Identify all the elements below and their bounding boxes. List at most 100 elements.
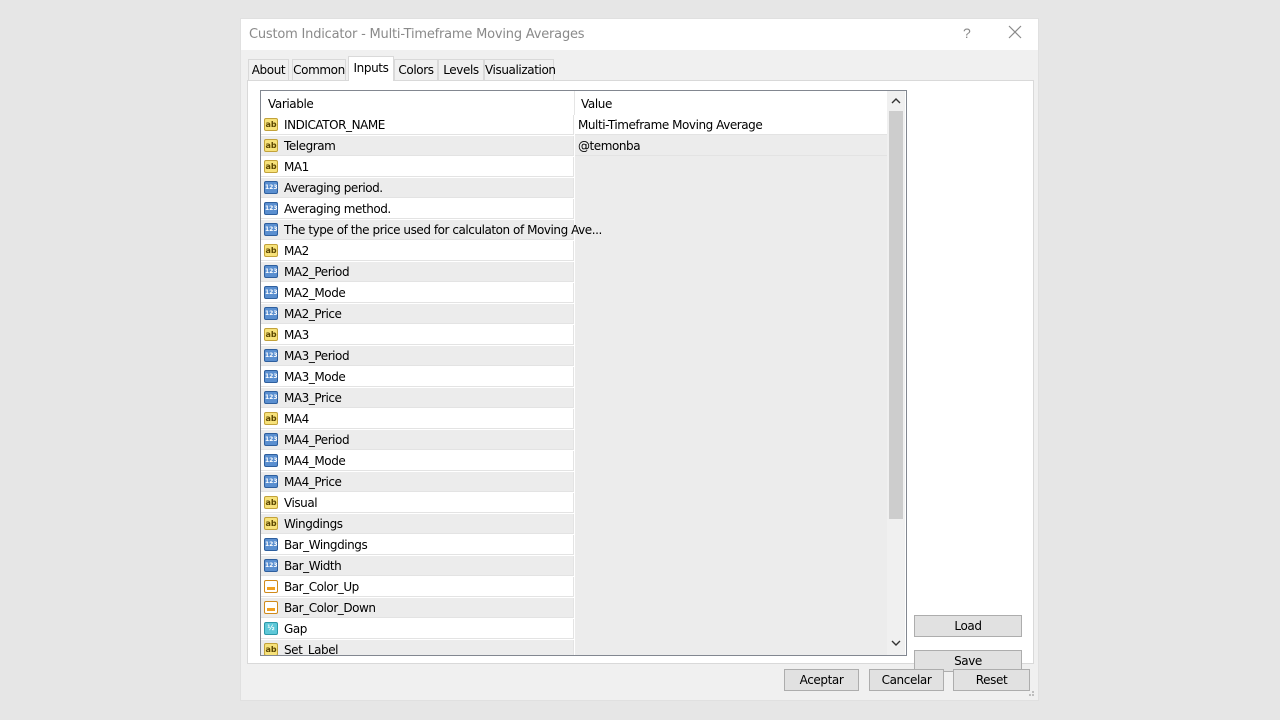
close-icon[interactable] — [1007, 24, 1023, 40]
table-row[interactable]: ab MA2 — [261, 241, 887, 262]
variable-cell[interactable]: ab MA4 — [261, 409, 574, 429]
variable-cell[interactable]: 123 Averaging period. — [261, 178, 574, 198]
variable-cell[interactable]: 123 Bar_Wingdings — [261, 535, 574, 555]
table-row[interactable]: 123 Bar_Width — [261, 556, 887, 577]
tab-levels[interactable]: Levels — [438, 59, 484, 80]
variable-cell[interactable]: ab Wingdings — [261, 514, 574, 534]
accept-button[interactable]: Aceptar — [784, 669, 859, 691]
scroll-up-icon[interactable] — [887, 93, 905, 110]
tab-colors[interactable]: Colors — [394, 59, 438, 80]
integer-type-icon: 123 — [264, 181, 278, 194]
variable-name: Telegram — [284, 139, 336, 153]
integer-type-icon: 123 — [264, 307, 278, 320]
variable-cell[interactable]: 123 MA4_Price — [261, 472, 574, 492]
inputs-panel: Variable Value ab INDICATOR_NAME Multi-Tim… — [247, 80, 1034, 672]
value-text: Multi-Timeframe Moving Average — [578, 118, 763, 132]
table-row[interactable]: 123 Bar_Wingdings — [261, 535, 887, 556]
vertical-scrollbar[interactable] — [887, 91, 905, 655]
value-column-header[interactable]: Value — [581, 97, 612, 111]
variable-cell[interactable]: ab Telegram — [261, 136, 574, 156]
string-type-icon: ab — [264, 118, 278, 131]
variable-cell[interactable]: 123 Bar_Width — [261, 556, 574, 576]
tab-visualization[interactable]: Visualization — [484, 59, 556, 80]
variable-cell[interactable]: 123 MA4_Mode — [261, 451, 574, 471]
integer-type-icon: 123 — [264, 370, 278, 383]
table-row[interactable]: ab MA4 — [261, 409, 887, 430]
tab-about[interactable]: About — [248, 59, 289, 80]
variable-name: MA4_Price — [284, 475, 342, 489]
column-divider[interactable] — [574, 91, 575, 115]
integer-type-icon: 123 — [264, 559, 278, 572]
table-row[interactable]: 123 MA3_Mode — [261, 367, 887, 388]
table-row[interactable]: ab Set_Label — [261, 640, 887, 655]
variable-cell[interactable]: 123 MA2_Mode — [261, 283, 574, 303]
string-type-icon: ab — [264, 244, 278, 257]
variable-cell[interactable]: ab MA1 — [261, 157, 574, 177]
indicator-dialog: Custom Indicator - Multi-Timeframe Movin… — [241, 19, 1038, 700]
variable-cell[interactable]: 123 MA4_Period — [261, 430, 574, 450]
variable-cell[interactable]: 123 MA3_Period — [261, 346, 574, 366]
integer-type-icon: 123 — [264, 454, 278, 467]
table-row[interactable]: Bar_Color_Down — [261, 598, 887, 619]
table-row[interactable]: 123 Averaging method. — [261, 199, 887, 220]
variable-name: MA4_Period — [284, 433, 350, 447]
table-row[interactable]: 123 Averaging period. — [261, 178, 887, 199]
variable-cell[interactable]: 123 MA2_Price — [261, 304, 574, 324]
variable-cell[interactable]: 123 MA2_Period — [261, 262, 574, 282]
table-row[interactable]: 123 MA3_Period — [261, 346, 887, 367]
variable-name: The type of the price used for calculato… — [284, 223, 602, 237]
cancel-button[interactable]: Cancelar — [869, 669, 944, 691]
variable-name: Wingdings — [284, 517, 343, 531]
variable-cell[interactable]: ab Visual — [261, 493, 574, 513]
table-row[interactable]: ab Wingdings — [261, 514, 887, 535]
integer-type-icon: 123 — [264, 538, 278, 551]
reset-button[interactable]: Reset — [953, 669, 1030, 691]
table-row[interactable]: ab Telegram @temonba — [261, 136, 887, 157]
table-row[interactable]: 123 MA4_Price — [261, 472, 887, 493]
resize-grip-icon[interactable] — [1025, 687, 1035, 697]
variable-name: MA2_Mode — [284, 286, 346, 300]
table-row[interactable]: ab INDICATOR_NAME Multi-Timeframe Moving A… — [261, 115, 887, 136]
string-type-icon: ab — [264, 160, 278, 173]
table-row[interactable]: 123 The type of the price used for calcul… — [261, 220, 887, 241]
variable-name: Bar_Width — [284, 559, 342, 573]
table-row[interactable]: 123 MA4_Period — [261, 430, 887, 451]
variable-cell[interactable]: 123 Averaging method. — [261, 199, 574, 219]
variable-name: Bar_Wingdings — [284, 538, 368, 552]
value-text: @temonba — [578, 139, 641, 153]
string-type-icon: ab — [264, 328, 278, 341]
variable-column-header[interactable]: Variable — [268, 97, 314, 111]
table-row[interactable]: 123 MA2_Price — [261, 304, 887, 325]
variable-cell[interactable]: 123 The type of the price used for calcul… — [261, 220, 602, 240]
table-row[interactable]: ab MA3 — [261, 325, 887, 346]
table-row[interactable]: 123 MA3_Price — [261, 388, 887, 409]
variable-cell[interactable]: ab MA2 — [261, 241, 574, 261]
variable-cell[interactable]: 123 MA3_Mode — [261, 367, 574, 387]
variable-cell[interactable]: Bar_Color_Down — [261, 598, 574, 618]
variable-cell[interactable]: Bar_Color_Up — [261, 577, 574, 597]
table-row[interactable]: 123 MA2_Period — [261, 262, 887, 283]
load-button[interactable]: Load — [914, 615, 1022, 637]
table-row[interactable]: 123 MA2_Mode — [261, 283, 887, 304]
window-title: Custom Indicator - Multi-Timeframe Movin… — [249, 27, 585, 42]
tab-common[interactable]: Common — [292, 59, 346, 80]
table-row[interactable]: ½ Gap — [261, 619, 887, 640]
scroll-down-icon[interactable] — [887, 635, 905, 652]
integer-type-icon: 123 — [264, 265, 278, 278]
variable-cell[interactable]: 123 MA3_Price — [261, 388, 574, 408]
variable-cell[interactable]: ½ Gap — [261, 619, 574, 639]
value-cell[interactable]: Multi-Timeframe Moving Average — [575, 115, 887, 135]
variable-cell[interactable]: ab Set_Label — [261, 640, 574, 655]
tab-inputs[interactable]: Inputs — [348, 56, 394, 81]
help-button[interactable]: ? — [963, 25, 971, 41]
table-row[interactable]: ab MA1 — [261, 157, 887, 178]
table-row[interactable]: 123 MA4_Mode — [261, 451, 887, 472]
table-row[interactable]: ab Visual — [261, 493, 887, 514]
variable-cell[interactable]: ab MA3 — [261, 325, 574, 345]
variable-name: MA2_Period — [284, 265, 350, 279]
value-cell[interactable]: @temonba — [575, 136, 887, 156]
variable-cell[interactable]: ab INDICATOR_NAME — [261, 115, 574, 135]
table-row[interactable]: Bar_Color_Up — [261, 577, 887, 598]
string-type-icon: ab — [264, 496, 278, 509]
scrollbar-thumb[interactable] — [889, 111, 903, 519]
